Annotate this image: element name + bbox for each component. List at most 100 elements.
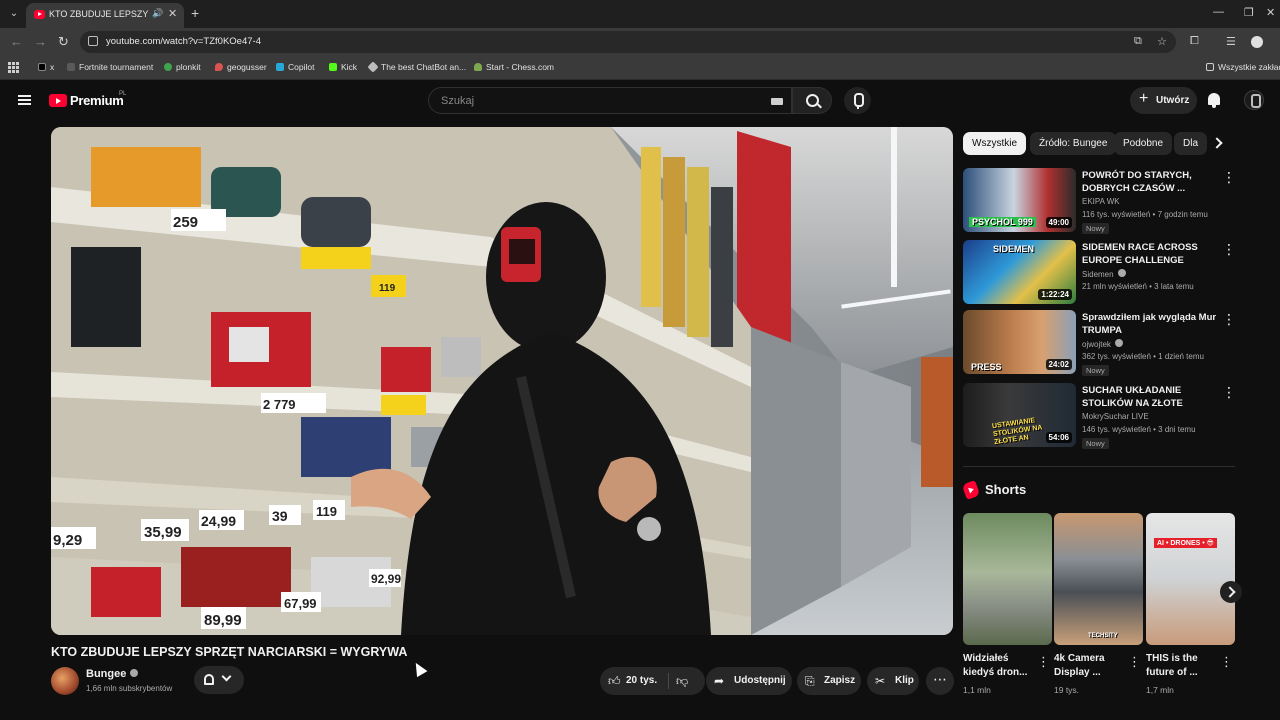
- address-url[interactable]: youtube.com/watch?v=TZf0KOe47-4: [106, 36, 261, 47]
- chevron-down-icon: [221, 671, 232, 682]
- recommendation-channel-name[interactable]: ojwojtek: [1082, 340, 1111, 349]
- short-thumbnail[interactable]: [963, 513, 1052, 645]
- site-info-icon[interactable]: [88, 36, 98, 46]
- short-thumbnail[interactable]: TECHSITY: [1054, 513, 1143, 645]
- more-options-icon[interactable]: ⋮: [1037, 654, 1050, 670]
- keyboard-icon[interactable]: [771, 98, 783, 105]
- reading-list-icon[interactable]: ☰: [1226, 35, 1236, 48]
- restore-icon[interactable]: ❐: [1244, 6, 1254, 19]
- short-item[interactable]: Widziałeś kiedyś dron... ⋮ 1,1 mln: [963, 513, 1052, 695]
- short-title[interactable]: THIS is the future of ...: [1146, 652, 1218, 680]
- recommendation-item[interactable]: PRESS 24:02 Sprawdziłem jak wygląda Mur …: [963, 310, 1236, 376]
- chip-source[interactable]: Źródło: Bungee: [1030, 132, 1117, 155]
- bookmarks-folder[interactable]: Wszystkie zakładki: [1206, 62, 1280, 72]
- more-options-icon[interactable]: [1222, 169, 1236, 186]
- tab-close-icon[interactable]: ✕: [168, 7, 177, 20]
- account-avatar[interactable]: [1244, 90, 1264, 110]
- recommendation-title[interactable]: SUCHAR UKŁADANIE STOLIKÓW NA ZŁOTE ANTOS…: [1082, 384, 1222, 411]
- bookmark-chatbot[interactable]: The best ChatBot an...: [367, 61, 466, 73]
- notifications-bell-icon[interactable]: [1207, 92, 1221, 108]
- recommendation-channel[interactable]: MokrySuchar LIVE: [1082, 412, 1149, 421]
- browser-tab-active[interactable]: KTO ZBUDUJE LEPSZY SPRZ 🔊 ✕: [26, 3, 184, 28]
- bookmark-plonkit[interactable]: plonkit: [164, 62, 201, 72]
- create-button[interactable]: + Utwórz: [1130, 87, 1197, 114]
- bookmark-star-icon[interactable]: ☆: [1157, 35, 1167, 48]
- more-actions-icon[interactable]: ⋯: [926, 667, 954, 695]
- tab-audio-icon[interactable]: 🔊: [152, 8, 163, 19]
- menu-icon[interactable]: [18, 95, 31, 105]
- video-thumbnail[interactable]: SIDEMEN 1:22:24: [963, 240, 1076, 304]
- browser-profile-icon[interactable]: [1251, 36, 1263, 48]
- channel-name[interactable]: Bungee: [86, 668, 139, 680]
- address-bar[interactable]: youtube.com/watch?v=TZf0KOe47-4 ⧉ ☆: [80, 31, 1176, 53]
- thumbs-up-icon[interactable]: 👍︎: [608, 674, 621, 688]
- chip-all[interactable]: Wszystkie: [963, 132, 1026, 155]
- recommendation-channel[interactable]: EKIPA WK: [1082, 197, 1120, 206]
- verified-check-icon: [130, 669, 139, 677]
- recommendation-item[interactable]: PSYCHOL 999 49:00 POWRÓT DO STARYCH, DOB…: [963, 168, 1236, 234]
- channel-avatar[interactable]: [51, 667, 79, 695]
- shorts-next-chevron-icon[interactable]: [1220, 581, 1242, 603]
- video-thumbnail[interactable]: USTAWIANIE STOLIKÓW NA ZŁOTE AN 54:06: [963, 383, 1076, 447]
- like-count[interactable]: 20 tys.: [626, 675, 657, 686]
- recommendation-channel[interactable]: ojwojtek: [1082, 339, 1123, 349]
- recommendation-meta: 116 tys. wyświetleń • 7 godzin temu: [1082, 210, 1208, 219]
- reload-icon[interactable]: ↻: [58, 34, 69, 50]
- recommendation-channel[interactable]: Sidemen: [1082, 269, 1126, 279]
- thumbnail-text: PSYCHOL 999: [969, 217, 1036, 227]
- price-tag-text: 119: [379, 283, 396, 294]
- extensions-icon[interactable]: ⧠: [1190, 35, 1199, 48]
- share-button[interactable]: ➦ Udostępnij: [706, 667, 792, 695]
- video-player[interactable]: 259 119 2 779 24,99 39 119 35,99 89,99 6…: [51, 127, 953, 635]
- recommendation-item[interactable]: USTAWIANIE STOLIKÓW NA ZŁOTE AN 54:06 SU…: [963, 383, 1236, 449]
- channel-name-label[interactable]: Bungee: [86, 668, 126, 680]
- video-title: KTO ZBUDUJE LEPSZY SPRZĘT NARCIARSKI = W…: [51, 645, 408, 659]
- short-title[interactable]: Widziałeś kiedyś dron...: [963, 652, 1035, 680]
- bookmark-geogusser[interactable]: geogusser: [215, 62, 267, 72]
- search-button[interactable]: [792, 87, 832, 114]
- recommendation-title[interactable]: Sprawdziłem jak wygląda Mur TRUMPA: [1082, 311, 1222, 337]
- video-duration: 1:22:24: [1038, 289, 1072, 300]
- back-icon[interactable]: ←: [10, 34, 23, 49]
- clip-button[interactable]: ✂ Klip: [867, 667, 919, 695]
- forward-icon[interactable]: →: [34, 34, 47, 49]
- new-tab-icon[interactable]: +: [191, 5, 199, 21]
- save-button[interactable]: ⎘ Zapisz: [797, 667, 861, 695]
- recommendation-title[interactable]: POWRÓT DO STARYCH, DOBRYCH CZASÓW ...: [1082, 169, 1222, 195]
- recommendation-item[interactable]: SIDEMEN 1:22:24 SIDEMEN RACE ACROSS EURO…: [963, 240, 1236, 306]
- cast-icon[interactable]: ⧉: [1134, 35, 1142, 48]
- minimize-icon[interactable]: —: [1213, 6, 1224, 18]
- like-dislike-group: 👍︎ 20 tys. 👎︎: [600, 667, 705, 695]
- recommendation-channel-name[interactable]: Sidemen: [1082, 270, 1114, 279]
- more-options-icon[interactable]: [1222, 384, 1236, 401]
- apps-grid-icon[interactable]: [8, 62, 19, 73]
- short-thumbnail[interactable]: AI • DRONES • 😎: [1146, 513, 1235, 645]
- short-item[interactable]: TECHSITY 4k Camera Display ... ⋮ 19 tys.: [1054, 513, 1143, 695]
- bookmark-chess[interactable]: Start - Chess.com: [474, 62, 554, 72]
- bookmark-kick[interactable]: Kick: [329, 62, 357, 72]
- subscription-notifications-button[interactable]: [194, 666, 244, 694]
- chip-for-you[interactable]: Dla: [1174, 132, 1208, 155]
- voice-search-mic-icon[interactable]: [844, 87, 871, 114]
- thumbs-down-icon[interactable]: 👎︎: [676, 674, 688, 688]
- bookmark-fortnite[interactable]: Fortnite tournament: [67, 62, 153, 72]
- bookmark-x[interactable]: x: [38, 62, 54, 72]
- more-options-icon[interactable]: [1222, 241, 1236, 258]
- short-title[interactable]: 4k Camera Display ...: [1054, 652, 1126, 680]
- more-options-icon[interactable]: [1222, 311, 1236, 328]
- more-options-icon[interactable]: ⋮: [1128, 654, 1141, 670]
- chip-similar[interactable]: Podobne: [1114, 132, 1173, 155]
- youtube-premium-wordmark[interactable]: Premium: [70, 93, 124, 108]
- search-box[interactable]: [428, 87, 792, 114]
- search-input[interactable]: [441, 93, 741, 109]
- video-thumbnail[interactable]: PRESS 24:02: [963, 310, 1076, 374]
- chips-next-chevron-icon[interactable]: [1211, 136, 1225, 150]
- youtube-logo-icon[interactable]: [49, 94, 67, 107]
- more-options-icon[interactable]: ⋮: [1220, 654, 1233, 670]
- tab-search-menu-icon[interactable]: ⌄: [6, 6, 22, 22]
- bookmark-copilot[interactable]: Copilot: [276, 62, 314, 72]
- recommendation-title[interactable]: SIDEMEN RACE ACROSS EUROPE CHALLENGE: [1082, 241, 1222, 267]
- window-close-icon[interactable]: ✕: [1266, 6, 1275, 19]
- video-thumbnail[interactable]: PSYCHOL 999 49:00: [963, 168, 1076, 232]
- map-pin-icon: [215, 63, 223, 71]
